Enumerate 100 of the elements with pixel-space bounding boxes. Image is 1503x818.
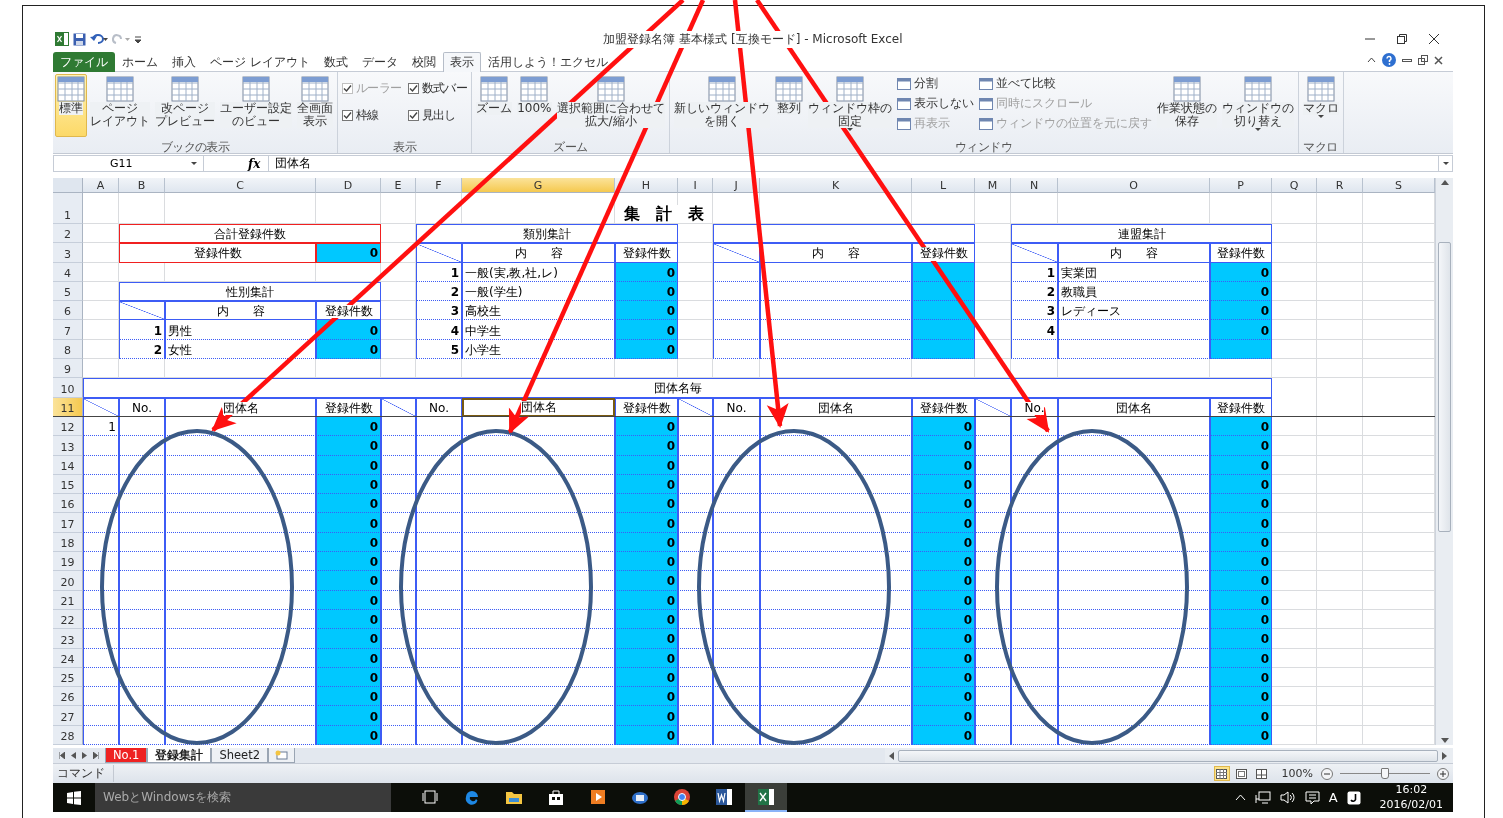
ribbon-checkbox[interactable]: 枠線 — [342, 107, 402, 124]
sheet-tab[interactable]: Sheet2 — [211, 748, 268, 763]
ribbon-button[interactable]: ページ レイアウト — [88, 74, 152, 137]
column-header[interactable]: N — [1011, 178, 1058, 193]
ribbon-small-button[interactable]: 分割 — [896, 75, 974, 92]
row-header[interactable]: 14 — [53, 455, 83, 475]
column-header[interactable]: H — [615, 178, 678, 193]
count-cell: 0 — [615, 513, 678, 533]
row-header[interactable]: 25 — [53, 667, 83, 688]
column-header[interactable]: S — [1363, 178, 1435, 193]
column-header[interactable]: C — [165, 178, 316, 193]
ribbon-tab[interactable]: 校閲 — [404, 52, 443, 72]
column-header[interactable]: A — [83, 178, 119, 193]
count-cell: 0 — [1210, 706, 1272, 726]
ribbon-button[interactable]: 改ページ プレビュー — [153, 74, 217, 137]
column-header[interactable]: Q — [1272, 178, 1317, 193]
sheet-tab[interactable]: No.1 — [105, 748, 148, 763]
column-header[interactable]: I — [678, 178, 713, 193]
ribbon-button[interactable]: 標準 — [55, 74, 87, 137]
column-header[interactable]: B — [119, 178, 165, 193]
row-header[interactable]: 4 — [53, 262, 83, 282]
ribbon-small-button[interactable]: 並べて比較 — [978, 75, 1152, 92]
formula-input[interactable]: 団体名 — [268, 156, 1438, 171]
row-header[interactable]: 13 — [53, 436, 83, 456]
row-header[interactable]: 7 — [53, 320, 83, 340]
row-header[interactable]: 26 — [53, 687, 83, 707]
ribbon-tab[interactable]: ファイル — [53, 52, 115, 72]
ribbon-button[interactable]: 100% — [515, 74, 554, 137]
column-header[interactable]: L — [912, 178, 975, 193]
count-cell: 0 — [316, 687, 381, 707]
row-header[interactable]: 23 — [53, 629, 83, 649]
ribbon-small-button[interactable]: 表示しない — [896, 95, 974, 112]
row-header[interactable]: 17 — [53, 513, 83, 533]
ribbon-button[interactable]: ウィンドウの 切り替え — [1219, 74, 1296, 137]
ribbon-tab[interactable]: 活用しよう！エクセル — [480, 52, 615, 72]
row-header[interactable]: 28 — [53, 725, 83, 745]
ribbon-button[interactable]: ズーム — [474, 74, 515, 137]
column-header[interactable]: G — [462, 178, 615, 193]
ribbon-button[interactable]: 新しいウィンドウ を開く — [671, 74, 772, 137]
ribbon-button[interactable]: ウィンドウ枠の 固定 — [805, 74, 894, 137]
row-header[interactable]: 18 — [53, 532, 83, 553]
row-header[interactable]: 27 — [53, 706, 83, 726]
ribbon-tab[interactable]: 表示 — [442, 52, 481, 72]
count-cell: 0 — [912, 513, 975, 533]
input-mode-indicator[interactable]: A — [1328, 790, 1338, 805]
row-header[interactable]: 22 — [53, 609, 83, 630]
row-header[interactable]: 5 — [53, 281, 83, 302]
column-header[interactable]: K — [760, 178, 912, 193]
row-header[interactable]: 15 — [53, 474, 83, 495]
section-title: 団体名毎 — [83, 378, 1272, 398]
ribbon-checkbox[interactable]: 見出し — [407, 107, 468, 124]
clock[interactable]: 16:02 2016/02/01 — [1379, 783, 1443, 812]
row-header[interactable]: 11 — [53, 397, 83, 417]
row-header[interactable]: 19 — [53, 552, 83, 572]
count-cell: 0 — [316, 494, 381, 514]
row-header[interactable]: 6 — [53, 301, 83, 321]
row-header[interactable]: 20 — [53, 571, 83, 591]
row-header[interactable]: 24 — [53, 648, 83, 668]
column-header[interactable]: M — [975, 178, 1011, 193]
column-header[interactable]: J — [713, 178, 760, 193]
column-header[interactable]: E — [381, 178, 416, 193]
row-header[interactable]: 10 — [53, 378, 83, 398]
ribbon-tab[interactable]: ホーム — [115, 52, 165, 72]
ribbon-tab[interactable]: データ — [354, 52, 405, 72]
column-header[interactable]: O — [1058, 178, 1210, 193]
column-header[interactable]: F — [416, 178, 462, 193]
row-header[interactable]: 16 — [53, 494, 83, 514]
column-header[interactable]: R — [1317, 178, 1363, 193]
count-cell: 0 — [1210, 262, 1272, 282]
count-cell: 0 — [316, 552, 381, 572]
count-cell: 0 — [1210, 571, 1272, 591]
name-box[interactable]: G11 — [54, 156, 204, 171]
column-header[interactable]: P — [1210, 178, 1272, 193]
window-title: 加盟登録名簿 基本様式 [互換モード] - Microsoft Excel — [603, 30, 903, 48]
ribbon-button[interactable]: マクロ — [1300, 74, 1341, 137]
column-header[interactable]: D — [316, 178, 381, 193]
insert-function-button[interactable]: fx — [248, 156, 261, 171]
ribbon-button[interactable]: 選択範囲に合わせて 拡大/縮小 — [554, 74, 667, 137]
ribbon-button[interactable]: ユーザー設定 のビュー — [218, 74, 294, 137]
ribbon-checkbox[interactable]: 数式バー — [407, 80, 468, 97]
row-header[interactable]: 12 — [53, 416, 83, 437]
row-header[interactable]: 1 — [53, 193, 83, 224]
ribbon-tab[interactable]: 挿入 — [165, 52, 203, 72]
row-header[interactable]: 2 — [53, 224, 83, 244]
ribbon-tab[interactable]: 数式 — [316, 52, 355, 72]
row-header[interactable]: 3 — [53, 243, 83, 263]
ribbon-button[interactable]: 全画面 表示 — [295, 74, 335, 137]
column-heading[interactable]: 団体名 — [1058, 397, 1210, 417]
row-header[interactable]: 21 — [53, 590, 83, 610]
table-cell: 3 — [1011, 301, 1058, 321]
row-header[interactable]: 8 — [53, 339, 83, 360]
table-cell: 2 — [119, 339, 165, 360]
count-cell: 0 — [912, 436, 975, 456]
row-header[interactable]: 9 — [53, 359, 83, 379]
sheet-tab[interactable]: 登録集計 — [147, 748, 212, 763]
group-label: マクロ — [1302, 139, 1339, 153]
ribbon-tab[interactable]: ページ レイアウト — [203, 52, 317, 72]
ribbon-button[interactable]: 作業状態の 保存 — [1154, 74, 1219, 137]
ribbon-button[interactable]: 整列 — [772, 74, 805, 137]
search-field[interactable]: WebとWindowsを検索 — [95, 783, 391, 812]
